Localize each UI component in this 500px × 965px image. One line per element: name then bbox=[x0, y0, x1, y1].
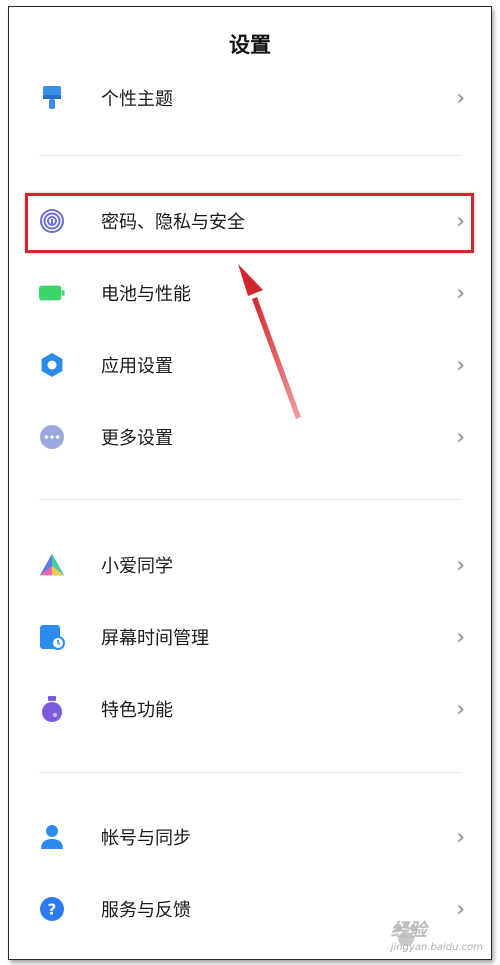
watermark: 经验 jingyan.baidu.com bbox=[391, 916, 483, 953]
settings-screen: 设置 个性主题 › 密码、隐私与安全 › 电池与性能 › 应用设置 › 更多设置… bbox=[8, 6, 492, 960]
annotation-arrow bbox=[238, 264, 301, 419]
watermark-text: 经验 bbox=[390, 920, 427, 941]
watermark-subtext: jingyan.baidu.com bbox=[390, 942, 483, 953]
